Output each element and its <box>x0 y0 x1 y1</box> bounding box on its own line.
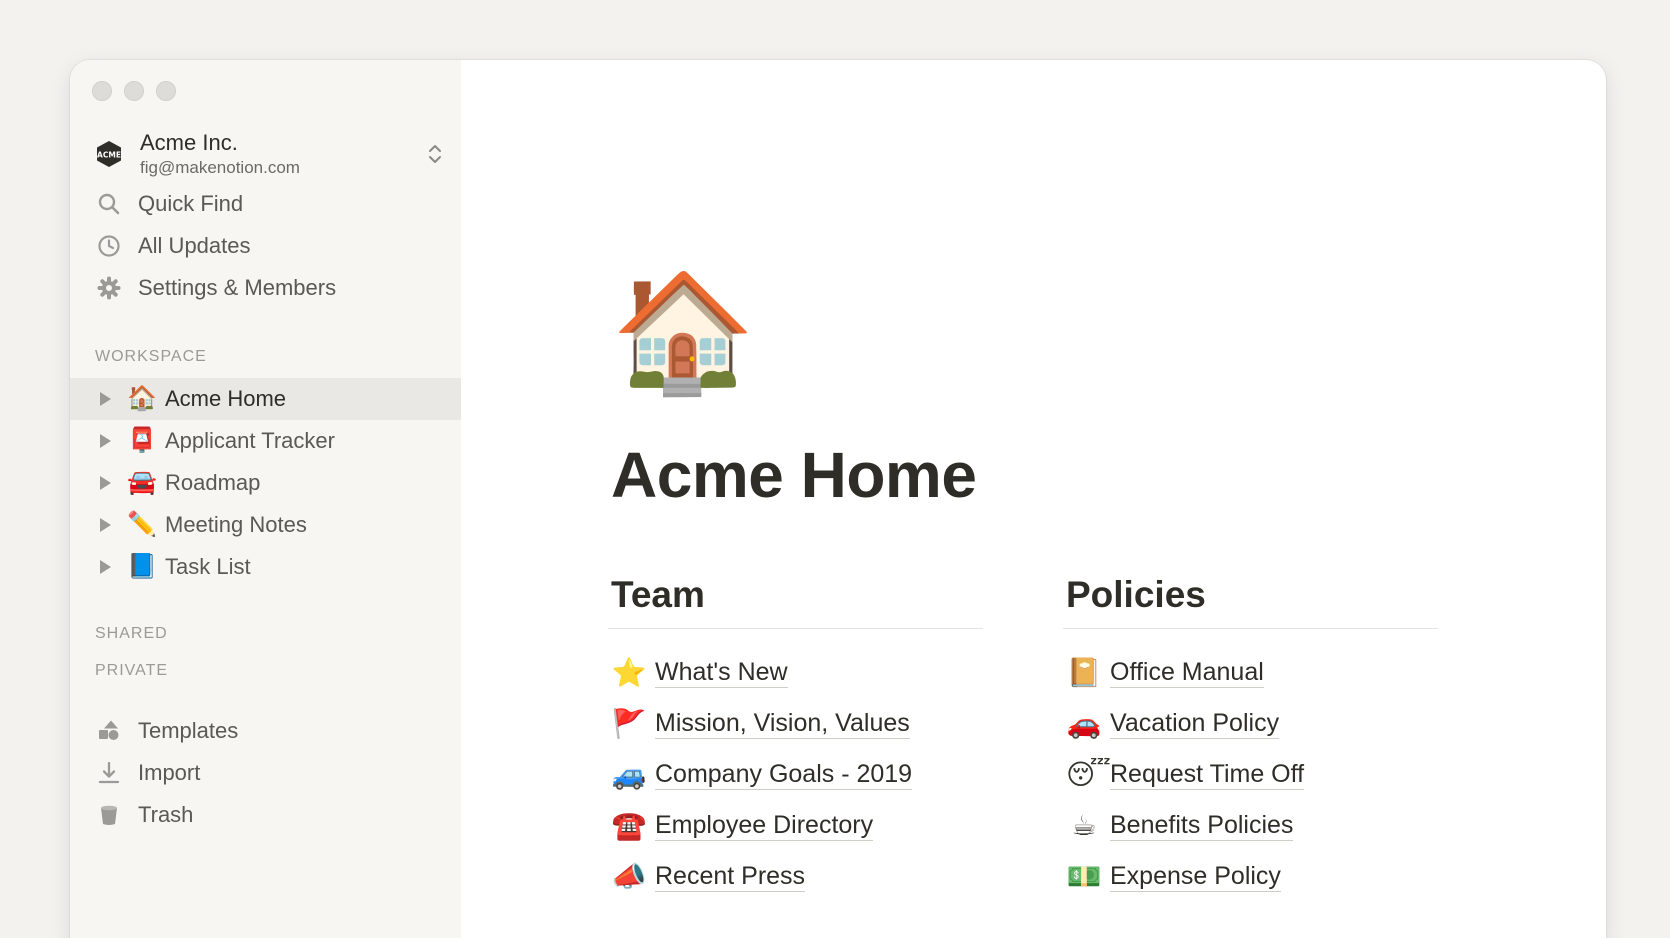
star-icon: ⭐ <box>611 657 647 688</box>
page-link-label[interactable]: Expense Policy <box>1110 861 1281 892</box>
svg-text:ACME: ACME <box>97 151 121 160</box>
minimize-window-button[interactable] <box>124 81 144 101</box>
page-link-employee-directory[interactable]: ☎️ Employee Directory <box>608 800 983 851</box>
import-label: Import <box>138 760 201 785</box>
private-section-label[interactable]: PRIVATE <box>95 662 168 680</box>
page-link-office-manual[interactable]: 📔 Office Manual <box>1063 647 1438 698</box>
page-link-whats-new[interactable]: ⭐ What's New <box>608 647 983 698</box>
expand-arrow-icon[interactable] <box>100 434 111 448</box>
page-link-benefits-policies[interactable]: ☕ Benefits Policies <box>1063 800 1438 851</box>
page-link-company-goals[interactable]: 🚙 Company Goals - 2019 <box>608 749 983 800</box>
acme-logo-icon: ACME <box>97 141 121 167</box>
megaphone-icon: 📣 <box>611 861 647 892</box>
quick-find-label: Quick Find <box>138 191 244 216</box>
pencil-icon: ✏️ <box>127 511 157 538</box>
car-icon: 🚘 <box>127 469 157 496</box>
page-link-label[interactable]: Request Time Off <box>1110 759 1305 790</box>
all-updates-label: All Updates <box>138 233 251 258</box>
policies-heading: Policies <box>1066 574 1206 615</box>
policies-column: Policies 📔 Office Manual 🚗 Vacation Poli… <box>1063 570 1438 902</box>
page-link-label[interactable]: Vacation Policy <box>1110 708 1280 739</box>
window-controls <box>92 81 176 101</box>
house-icon: 🏠 <box>127 385 157 412</box>
trash-icon <box>101 805 117 825</box>
sidebar-page-meeting-notes[interactable]: ✏️ Meeting Notes <box>70 504 461 546</box>
expand-arrow-icon[interactable] <box>100 518 111 532</box>
postbox-icon: 📮 <box>127 427 157 454</box>
templates-icon <box>99 720 119 740</box>
workspace-email: fig@makenotion.com <box>140 157 300 177</box>
sidebar-page-label: Meeting Notes <box>165 512 307 537</box>
sidebar-page-label: Roadmap <box>165 470 261 495</box>
sidebar-page-applicant-tracker[interactable]: 📮 Applicant Tracker <box>70 420 461 462</box>
page-title[interactable]: Acme Home <box>611 438 977 512</box>
sidebar-page-label: Acme Home <box>165 386 287 411</box>
sidebar-page-task-list[interactable]: 📘 Task List <box>70 546 461 588</box>
settings-members-label: Settings & Members <box>138 275 337 300</box>
page-link-label[interactable]: Employee Directory <box>655 810 874 841</box>
sidebar-page-label: Applicant Tracker <box>165 428 335 453</box>
coffee-icon: ☕ <box>1071 810 1097 841</box>
close-window-button[interactable] <box>92 81 112 101</box>
quick-find-button[interactable]: Quick Find <box>70 183 461 225</box>
zoom-window-button[interactable] <box>156 81 176 101</box>
chevron-up-down-icon <box>429 145 441 163</box>
workspace-info: Acme Inc. fig@makenotion.com <box>140 130 426 179</box>
team-heading: Team <box>611 574 705 615</box>
page-link-label[interactable]: Mission, Vision, Values <box>655 708 910 739</box>
telephone-icon: ☎️ <box>611 810 647 841</box>
page-icon-house[interactable]: 🏠 <box>611 270 755 394</box>
shared-section-label[interactable]: SHARED <box>95 625 168 643</box>
clock-icon <box>98 235 120 257</box>
gear-icon <box>97 276 121 300</box>
car-icon: 🚙 <box>611 759 647 790</box>
page-link-expense-policy[interactable]: 💵 Expense Policy <box>1063 851 1438 902</box>
settings-members-button[interactable]: Settings & Members <box>70 267 461 309</box>
page-link-vacation-policy[interactable]: 🚗 Vacation Policy <box>1063 698 1438 749</box>
app-window: ACME Acme Inc. fig@makenotion.com Quick … <box>70 60 1606 938</box>
expand-arrow-icon[interactable] <box>100 392 111 406</box>
notebook-icon: 📔 <box>1066 657 1102 688</box>
sidebar-page-label: Task List <box>165 554 251 579</box>
divider <box>1063 628 1438 629</box>
import-button[interactable]: Import <box>70 752 461 794</box>
page-link-label[interactable]: Recent Press <box>655 861 806 892</box>
page-content: 🏠 Acme Home Team ⭐ What's New 🚩 Mission,… <box>461 60 1606 938</box>
sidebar-page-roadmap[interactable]: 🚘 Roadmap <box>70 462 461 504</box>
team-column: Team ⭐ What's New 🚩 Mission, Vision, Val… <box>608 570 983 902</box>
workspace-switcher[interactable]: ACME Acme Inc. fig@makenotion.com <box>94 126 444 182</box>
page-link-label[interactable]: Company Goals - 2019 <box>655 759 913 790</box>
workspace-name: Acme Inc. <box>140 129 238 155</box>
car-icon: 🚗 <box>1066 708 1102 739</box>
import-icon <box>98 761 120 784</box>
page-link-label[interactable]: What's New <box>655 657 788 688</box>
blue-book-icon: 📘 <box>127 553 157 580</box>
money-icon: 💵 <box>1066 861 1102 892</box>
expand-arrow-icon[interactable] <box>100 560 111 574</box>
flag-icon: 🚩 <box>611 708 647 739</box>
search-icon <box>98 193 120 215</box>
templates-label: Templates <box>138 718 239 743</box>
expand-arrow-icon[interactable] <box>100 476 111 490</box>
page-link-recent-press[interactable]: 📣 Recent Press <box>608 851 983 902</box>
page-link-label[interactable]: Office Manual <box>1110 657 1264 688</box>
trash-label: Trash <box>138 802 194 827</box>
sleeping-face-icon: 😴 <box>1066 759 1111 790</box>
trash-button[interactable]: Trash <box>70 794 461 836</box>
all-updates-button[interactable]: All Updates <box>70 225 461 267</box>
templates-button[interactable]: Templates <box>70 710 461 752</box>
divider <box>608 628 983 629</box>
page-link-mission[interactable]: 🚩 Mission, Vision, Values <box>608 698 983 749</box>
sidebar: ACME Acme Inc. fig@makenotion.com Quick … <box>70 60 461 938</box>
workspace-section-label[interactable]: WORKSPACE <box>95 348 207 366</box>
page-link-label[interactable]: Benefits Policies <box>1110 810 1294 841</box>
sidebar-page-acme-home[interactable]: 🏠 Acme Home <box>70 378 461 420</box>
page-link-request-time-off[interactable]: 😴 Request Time Off <box>1063 749 1438 800</box>
